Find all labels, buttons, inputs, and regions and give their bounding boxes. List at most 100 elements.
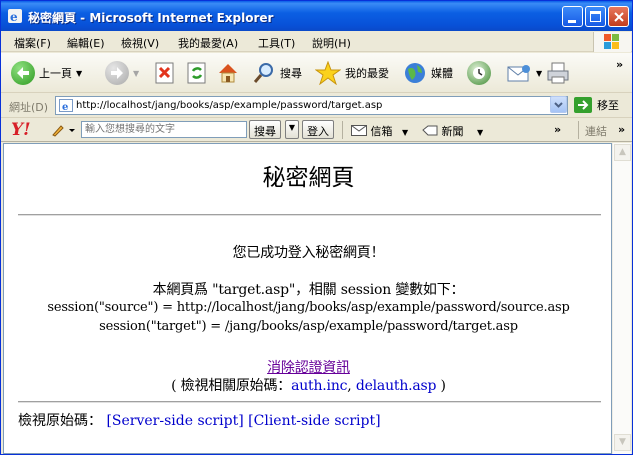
favorites-label: 我的最愛 <box>345 67 389 80</box>
menu-help[interactable]: 說明(H) <box>312 35 351 51</box>
page-title: 秘密網頁 <box>262 165 355 191</box>
refresh-icon <box>187 62 206 84</box>
yahoo-mail-button[interactable]: 信箱 ▼ <box>351 123 408 139</box>
browser-window: e 秘密網頁 - Microsoft Internet Explorer 檔案(… <box>0 0 633 455</box>
standard-toolbar: 上一頁 ▼ ▼ 搜尋 我的最愛 媒體 ▼ » <box>1 53 632 93</box>
title-bar[interactable]: e 秘密網頁 - Microsoft Internet Explorer <box>1 1 632 31</box>
yahoo-news-button[interactable]: 新聞 ▼ <box>422 123 483 139</box>
yahoo-pencil-icon[interactable] <box>51 123 77 140</box>
mail-icon <box>507 65 530 82</box>
forward-dropdown-icon[interactable]: ▼ <box>133 69 139 78</box>
session-target: session("target") = /jang/books/asp/exam… <box>99 319 518 334</box>
search-icon <box>253 63 273 83</box>
yahoo-search-button[interactable]: 搜尋 <box>249 120 281 139</box>
menu-favorites[interactable]: 我的最愛(A) <box>178 35 238 51</box>
mail-button[interactable]: ▼ <box>506 58 542 88</box>
address-field[interactable]: e <box>55 96 568 115</box>
page-ie-icon: e <box>59 99 73 112</box>
maximize-button[interactable] <box>585 6 606 27</box>
yahoo-news-label: 新聞 <box>441 125 464 138</box>
divider-bottom <box>18 401 601 403</box>
related-source-row: ( 檢視相關原始碼：auth.inc, delauth.asp ) <box>4 375 611 395</box>
minimize-button[interactable] <box>562 6 583 27</box>
stop-button[interactable] <box>154 58 176 88</box>
clear-auth-link[interactable]: 消除認證資訊 <box>267 360 350 376</box>
back-button[interactable]: 上一頁 ▼ <box>11 58 82 88</box>
yahoo-mail-label: 信箱 <box>370 125 393 138</box>
refresh-button[interactable] <box>186 58 208 88</box>
back-dropdown-icon[interactable]: ▼ <box>76 69 82 78</box>
divider-top <box>18 214 601 216</box>
printer-icon <box>547 62 569 84</box>
media-globe-icon <box>405 63 425 83</box>
links-overflow-icon[interactable]: » <box>618 123 625 136</box>
address-dropdown-button[interactable] <box>550 96 567 113</box>
close-button[interactable] <box>608 6 629 27</box>
vertical-scrollbar[interactable]: ▲ ▼ <box>612 143 631 454</box>
history-icon <box>467 61 491 85</box>
yahoo-login-button[interactable]: 登入 <box>302 120 334 139</box>
page-content: 秘密網頁 您已成功登入秘密網頁！ 本網頁爲 "target.asp"，相關 se… <box>3 143 612 454</box>
go-button[interactable]: 移至 <box>574 97 619 113</box>
favorites-button[interactable]: 我的最愛 <box>315 58 389 88</box>
back-arrow-icon <box>11 61 35 85</box>
related-separator: , <box>347 378 356 394</box>
svg-text:e: e <box>10 10 18 24</box>
address-label: 網址(D) <box>9 101 49 114</box>
go-label: 移至 <box>597 99 619 112</box>
print-button[interactable] <box>546 58 570 88</box>
yahoo-separator <box>342 121 343 139</box>
related-suffix: ) <box>436 378 446 394</box>
forward-button[interactable]: ▼ <box>105 58 139 88</box>
home-button[interactable] <box>216 58 240 88</box>
yahoo-separator-2 <box>578 121 579 139</box>
yahoo-search-input[interactable] <box>81 121 247 138</box>
address-input[interactable] <box>76 98 546 113</box>
favorites-star-icon <box>315 61 341 85</box>
session-intro: 本網頁爲 "target.asp"，相關 session 變數如下： <box>152 282 465 298</box>
yahoo-toolbar: Y! 搜尋 ▼ 登入 信箱 ▼ 新聞 ▼ » 連結 » <box>1 118 632 142</box>
chevron-down-icon <box>554 102 563 108</box>
links-label[interactable]: 連結 <box>585 123 607 139</box>
history-button[interactable] <box>467 58 491 88</box>
news-tag-icon <box>422 125 438 136</box>
close-icon <box>614 12 624 22</box>
envelope-icon <box>351 125 367 136</box>
server-script-link[interactable]: [Server-side script] <box>106 413 243 429</box>
menu-view[interactable]: 檢視(V) <box>121 35 159 51</box>
yahoo-logo[interactable]: Y! <box>11 120 31 140</box>
auth-inc-link[interactable]: auth.inc <box>291 378 347 394</box>
window-title: 秘密網頁 - Microsoft Internet Explorer <box>28 11 274 25</box>
mail-dropdown-icon[interactable]: ▼ <box>536 69 542 78</box>
forward-arrow-icon <box>105 61 129 85</box>
menu-tools[interactable]: 工具(T) <box>258 35 295 51</box>
menu-edit[interactable]: 編輯(E) <box>67 35 105 51</box>
menu-bar: 檔案(F) 編輯(E) 檢視(V) 我的最愛(A) 工具(T) 說明(H) <box>1 31 632 52</box>
go-arrow-icon <box>574 97 592 113</box>
yahoo-search-dropdown[interactable]: ▼ <box>285 120 299 139</box>
address-bar: 網址(D) e 移至 <box>1 93 632 118</box>
scroll-down-button[interactable]: ▼ <box>614 434 631 451</box>
view-source-row: 檢視原始碼： [Server-side script] [Client-side… <box>18 410 381 430</box>
yahoo-overflow-icon[interactable]: » <box>554 123 561 136</box>
home-icon <box>219 64 237 83</box>
menu-file[interactable]: 檔案(F) <box>14 35 51 51</box>
media-button[interactable]: 媒體 <box>403 58 453 88</box>
media-label: 媒體 <box>431 67 453 80</box>
ie-logo-icon: e <box>8 9 22 24</box>
svg-text:e: e <box>62 102 68 112</box>
delauth-asp-link[interactable]: delauth.asp <box>356 378 437 394</box>
scroll-up-button[interactable]: ▲ <box>614 144 631 161</box>
search-button[interactable]: 搜尋 <box>252 58 302 88</box>
session-source: session("source") = http://localhost/jan… <box>47 300 570 315</box>
stop-icon <box>155 62 174 84</box>
related-prefix: ( 檢視相關原始碼： <box>171 378 292 394</box>
search-label: 搜尋 <box>280 67 302 80</box>
back-label: 上一頁 <box>39 67 72 80</box>
client-script-link[interactable]: [Client-side script] <box>248 413 380 429</box>
view-source-label: 檢視原始碼： <box>18 413 102 429</box>
windows-flag-icon <box>593 32 631 52</box>
clear-auth-row: 消除認證資訊 <box>4 357 611 377</box>
toolbar-overflow-icon[interactable]: » <box>616 58 623 71</box>
success-message: 您已成功登入秘密網頁！ <box>232 245 385 261</box>
